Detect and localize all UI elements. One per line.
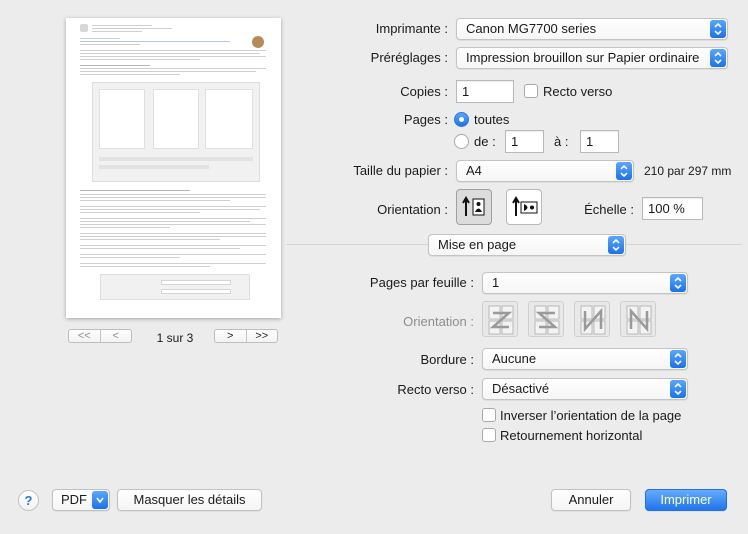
pages-per-sheet-value: 1 — [492, 275, 500, 290]
pages-all-label: toutes — [474, 112, 510, 127]
duplex-label: Recto verso — [543, 84, 613, 99]
print-preview-page — [66, 18, 281, 318]
paper-size-popup[interactable]: A4 — [456, 160, 634, 182]
first-page-button[interactable]: << — [69, 330, 100, 342]
copies-label: Copies : — [400, 84, 448, 99]
landscape-orientation-button[interactable] — [506, 189, 542, 225]
pages-label: Pages : — [403, 112, 448, 127]
printer-value: Canon MG7700 series — [466, 21, 597, 36]
landscape-icon — [512, 196, 538, 216]
scale-field[interactable]: 100 % — [642, 197, 703, 220]
layout-n-button[interactable] — [620, 301, 656, 337]
paper-size-dims: 210 par 297 mm — [644, 164, 732, 178]
pages-all-radio[interactable] — [454, 112, 469, 127]
pages-from-field[interactable]: 1 — [505, 130, 544, 153]
pages-to-label: à : — [554, 134, 569, 149]
section-value: Mise en page — [438, 237, 517, 252]
cancel-button[interactable]: Annuler — [551, 489, 631, 511]
presets-popup[interactable]: Impression brouillon sur Papier ordinair… — [456, 47, 728, 69]
reverse-orientation-checkbox[interactable] — [482, 408, 496, 422]
next-page-button[interactable]: > — [215, 330, 246, 342]
help-button[interactable]: ? — [18, 490, 39, 511]
hide-details-button[interactable]: Masquer les détails — [117, 489, 262, 511]
pdf-menu-button[interactable]: PDF — [52, 489, 110, 511]
duplex-checkbox[interactable] — [524, 84, 538, 98]
chevron-updown-icon — [670, 380, 686, 398]
layout-s-icon — [534, 305, 560, 335]
layout-n-icon — [626, 305, 652, 335]
paper-size-label: Taille du papier : — [353, 163, 448, 178]
layout-n-reverse-button[interactable] — [574, 301, 610, 337]
preview-avatar — [252, 36, 264, 48]
chevron-updown-icon — [670, 274, 686, 292]
layout-z-icon — [488, 305, 514, 335]
paper-size-value: A4 — [466, 163, 482, 178]
page-indicator: 1 sur 3 — [156, 331, 194, 345]
chevron-updown-icon — [710, 20, 726, 38]
portrait-icon — [462, 196, 485, 216]
section-popup[interactable]: Mise en page — [428, 234, 626, 256]
flip-horizontal-label: Retournement horizontal — [500, 428, 643, 443]
chevron-updown-icon — [710, 49, 726, 67]
printer-label: Imprimante : — [375, 21, 448, 36]
layout-n-reverse-icon — [580, 305, 606, 335]
print-button[interactable]: Imprimer — [645, 489, 727, 511]
pdf-label: PDF — [61, 492, 87, 507]
chevron-updown-icon — [670, 350, 686, 368]
orientation-label: Orientation : — [377, 202, 448, 217]
border-value: Aucune — [492, 351, 537, 366]
flip-horizontal-checkbox[interactable] — [482, 428, 496, 442]
preview-logo — [80, 24, 88, 32]
chevron-updown-icon — [616, 162, 632, 180]
two-sided-label: Recto verso : — [397, 382, 474, 397]
portrait-orientation-button[interactable] — [456, 189, 492, 225]
printer-popup[interactable]: Canon MG7700 series — [456, 18, 728, 40]
presets-value: Impression brouillon sur Papier ordinair… — [466, 50, 700, 65]
two-sided-popup[interactable]: Désactivé — [482, 378, 688, 400]
pages-per-sheet-label: Pages par feuille : — [369, 275, 474, 290]
previous-page-button[interactable]: < — [99, 330, 132, 342]
layout-s-button[interactable] — [528, 301, 564, 337]
scale-label: Échelle : — [584, 202, 634, 217]
preview-embedded-image — [92, 82, 260, 182]
pages-to-field[interactable]: 1 — [580, 130, 619, 153]
border-label: Bordure : — [420, 352, 474, 367]
copies-field[interactable]: 1 — [456, 80, 514, 103]
last-page-button[interactable]: >> — [245, 330, 278, 342]
layout-z-button[interactable] — [482, 301, 518, 337]
preview-nav-forward-group: > >> — [214, 329, 278, 343]
preview-nav-back-group: << < — [68, 329, 132, 343]
chevron-down-icon — [92, 491, 108, 509]
reverse-orientation-label: Inverser l’orientation de la page — [500, 408, 682, 423]
border-popup[interactable]: Aucune — [482, 348, 688, 370]
layout-direction-label: Orientation : — [403, 314, 474, 329]
chevron-updown-icon — [608, 236, 624, 254]
pages-from-label: de : — [474, 134, 496, 149]
pages-per-sheet-popup[interactable]: 1 — [482, 272, 688, 294]
preview-embedded-dialog — [100, 274, 250, 300]
two-sided-value: Désactivé — [492, 381, 550, 396]
presets-label: Préréglages : — [370, 50, 448, 65]
pages-range-radio[interactable] — [454, 134, 469, 149]
